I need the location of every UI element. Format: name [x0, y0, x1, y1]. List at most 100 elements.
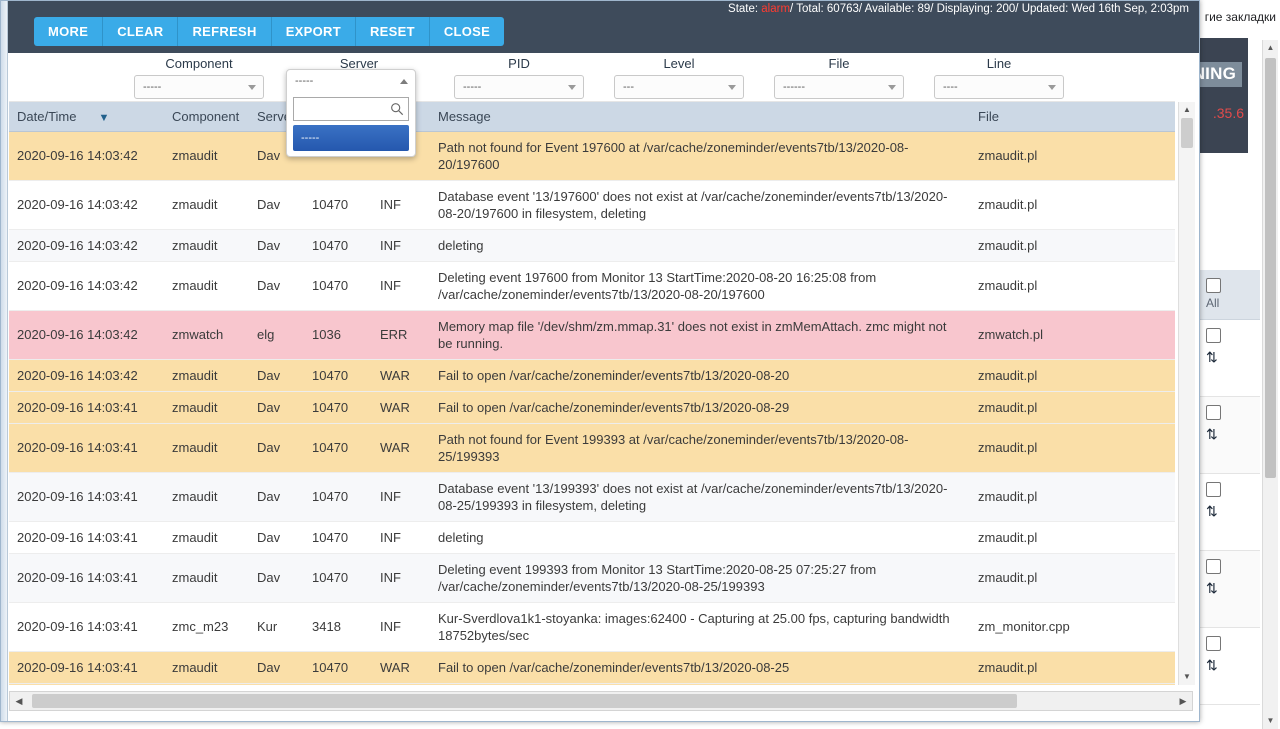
- filter-select-line[interactable]: ----: [934, 75, 1064, 99]
- vertical-scrollbar-thumb[interactable]: [1181, 118, 1193, 148]
- filter-label-pid: PID: [508, 56, 530, 71]
- list-item[interactable]: ⇅: [1200, 551, 1260, 628]
- table-row[interactable]: 2020-09-16 14:03:42 zmaudit Dav 10470 WAR Fai…: [9, 359, 1175, 392]
- filter-label-line: Line: [986, 56, 1012, 71]
- table-row[interactable]: 2020-09-16 14:03:41zmauditDav10470WARPat…: [9, 683, 1175, 685]
- server-filter-dropdown[interactable]: ----- -----: [286, 69, 416, 157]
- column-header-datetime[interactable]: Date/Time ▼: [9, 102, 164, 132]
- table-row[interactable]: 2020-09-16 14:03:42 zmaudit Dav 10470 INF Del…: [9, 261, 1175, 311]
- filter-value-line: ----: [943, 81, 958, 93]
- scroll-up-arrow-icon[interactable]: ▲: [1179, 102, 1195, 118]
- clear-button[interactable]: CLEAR: [103, 17, 179, 46]
- row-checkbox[interactable]: [1206, 482, 1221, 497]
- sort-updown-icon[interactable]: ⇅: [1206, 503, 1260, 520]
- version-text: .35.6: [1212, 105, 1244, 121]
- list-item[interactable]: ⇅: [1200, 397, 1260, 474]
- cell-server: Dav: [249, 651, 304, 684]
- scrollbar-thumb[interactable]: [1265, 58, 1276, 478]
- row-checkbox[interactable]: [1206, 328, 1221, 343]
- table-row[interactable]: 2020-09-16 14:03:41 zmaudit Dav 10470 INF del…: [9, 521, 1175, 554]
- table-row[interactable]: 2020-09-16 14:03:42 zmaudit Dav 10470 INF del…: [9, 229, 1175, 262]
- cell-level: INF: [372, 472, 430, 522]
- list-item[interactable]: ⇅: [1200, 320, 1260, 397]
- column-header-file[interactable]: File: [970, 102, 1175, 132]
- cell-file: zmaudit.pl: [970, 423, 1175, 473]
- sort-updown-icon[interactable]: ⇅: [1206, 657, 1260, 674]
- sort-updown-icon[interactable]: ⇅: [1206, 580, 1260, 597]
- table-row[interactable]: 2020-09-16 14:03:41 zmc_m23 Kur 3418 INF Kur-…: [9, 602, 1175, 652]
- row-checkbox[interactable]: [1206, 559, 1221, 574]
- more-button[interactable]: MORE: [34, 17, 104, 46]
- browser-vertical-scrollbar[interactable]: ▲ ▼: [1262, 40, 1278, 729]
- cell-file: zmaudit.pl: [970, 359, 1175, 392]
- column-header-component[interactable]: Component: [164, 102, 249, 132]
- table-row[interactable]: 2020-09-16 14:03:41 zmaudit Dav 10470 INF Del…: [9, 553, 1175, 603]
- background-checkbox-list: All ⇅ ⇅ ⇅ ⇅ ⇅: [1200, 270, 1260, 705]
- filter-label-component: Component: [165, 56, 233, 71]
- filter-component: Component -----: [124, 53, 274, 99]
- server-dropdown-selected[interactable]: -----: [287, 70, 415, 94]
- cell-message: Fail to open /var/cache/zoneminder/event…: [430, 391, 970, 424]
- list-item[interactable]: ⇅: [1200, 474, 1260, 551]
- reset-button[interactable]: RESET: [355, 17, 430, 46]
- cell-server: Dav: [249, 423, 304, 473]
- export-button[interactable]: EXPORT: [271, 17, 356, 46]
- cell-level: WAR: [372, 359, 430, 392]
- cell-level: INF: [372, 261, 430, 311]
- cell-server: Dav: [249, 391, 304, 424]
- chevron-down-icon: [568, 85, 576, 90]
- table-row[interactable]: 2020-09-16 14:03:42 zmaudit Dav 10470 INF Dat…: [9, 180, 1175, 230]
- cell-file: zmaudit.pl: [970, 553, 1175, 603]
- cell-file: zmaudit.pl: [970, 180, 1175, 230]
- sort-updown-icon[interactable]: ⇅: [1206, 426, 1260, 443]
- cell-level: WAR: [372, 423, 430, 473]
- horizontal-scrollbar-thumb[interactable]: [32, 694, 1017, 708]
- cell-datetime: 2020-09-16 14:03:42: [9, 261, 164, 311]
- filter-select-component[interactable]: -----: [134, 75, 264, 99]
- server-dropdown-search-wrap[interactable]: [293, 97, 409, 121]
- scroll-left-arrow-icon[interactable]: ◀: [10, 692, 28, 710]
- table-horizontal-scrollbar[interactable]: ◀ ▶: [9, 691, 1193, 711]
- refresh-button[interactable]: REFRESH: [178, 17, 272, 46]
- cell-level: INF: [372, 602, 430, 652]
- cell-message: Kur-Sverdlova1k1-stoyanka: images:62400 …: [430, 602, 970, 652]
- cell-pid: 3418: [304, 602, 372, 652]
- cell-pid: 10470: [304, 683, 372, 685]
- table-row[interactable]: 2020-09-16 14:03:41zmauditDav10470WARPat…: [9, 423, 1175, 473]
- select-all-checkbox[interactable]: [1206, 278, 1221, 293]
- cell-file: zmaudit.pl: [970, 261, 1175, 311]
- cell-server: Dav: [249, 472, 304, 522]
- filter-level: Level ---: [604, 53, 754, 99]
- scroll-up-arrow-icon[interactable]: ▲: [1263, 40, 1278, 56]
- table-row[interactable]: 2020-09-16 14:03:41 zmaudit Dav 10470 WAR Fai…: [9, 391, 1175, 424]
- filter-select-pid[interactable]: -----: [454, 75, 584, 99]
- table-row[interactable]: 2020-09-16 14:03:42 zmwatch elg 1036 ERR Memo…: [9, 310, 1175, 360]
- scroll-down-arrow-icon[interactable]: ▼: [1263, 713, 1278, 729]
- filter-bar: Component ----- Server PID ----- Level -…: [9, 53, 1175, 102]
- filter-select-file[interactable]: ------: [774, 75, 904, 99]
- column-header-message[interactable]: Message: [430, 102, 970, 132]
- filter-select-level[interactable]: ---: [614, 75, 744, 99]
- row-checkbox[interactable]: [1206, 636, 1221, 651]
- search-icon: [391, 103, 404, 116]
- sort-descending-icon[interactable]: ▼: [98, 112, 109, 124]
- close-button[interactable]: CLOSE: [429, 17, 505, 46]
- scroll-down-arrow-icon[interactable]: ▼: [1179, 669, 1195, 685]
- column-label-datetime: Date/Time: [17, 108, 77, 124]
- cell-server: Dav: [249, 553, 304, 603]
- cell-pid: 10470: [304, 359, 372, 392]
- server-dropdown-option[interactable]: -----: [293, 125, 409, 151]
- cell-server: Dav: [249, 683, 304, 685]
- row-checkbox[interactable]: [1206, 405, 1221, 420]
- scroll-right-arrow-icon[interactable]: ▶: [1174, 692, 1192, 710]
- list-item[interactable]: ⇅: [1200, 628, 1260, 705]
- sort-updown-icon[interactable]: ⇅: [1206, 349, 1260, 366]
- table-row[interactable]: 2020-09-16 14:03:41 zmaudit Dav 10470 WAR Fai…: [9, 651, 1175, 684]
- table-row[interactable]: 2020-09-16 14:03:42 zmaudit Dav Path not fo…: [9, 131, 1175, 181]
- table-vertical-scrollbar[interactable]: ▲ ▼: [1178, 102, 1195, 685]
- cell-component: zmaudit: [164, 391, 249, 424]
- filter-value-pid: -----: [463, 81, 482, 93]
- select-all-label: All: [1206, 296, 1220, 310]
- cell-server: elg: [249, 310, 304, 360]
- table-row[interactable]: 2020-09-16 14:03:41 zmaudit Dav 10470 INF Dat…: [9, 472, 1175, 522]
